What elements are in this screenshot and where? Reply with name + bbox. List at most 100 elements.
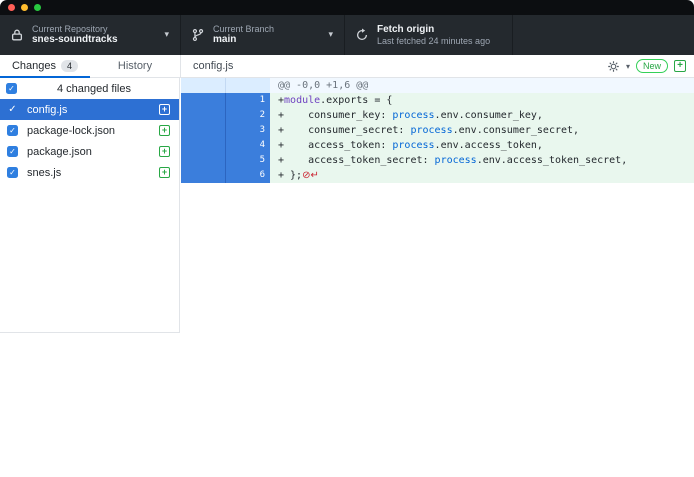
changes-count-badge: 4 [61, 60, 78, 72]
gutter-old-line[interactable] [181, 108, 225, 123]
diff-added-line[interactable]: 3+ consumer_secret: process.env.consumer… [181, 123, 694, 138]
plus-square-icon: + [159, 125, 170, 136]
diff-lines: 1+module.exports = {2+ consumer_key: pro… [181, 93, 694, 183]
chevron-down-icon: ▾ [328, 29, 333, 40]
header-row: Changes 4 History config.js ▾ New + [0, 55, 694, 78]
branch-name: main [213, 34, 274, 46]
code-segment-builtin: process [392, 140, 434, 151]
code-segment-error: ⊘↵ [302, 170, 319, 181]
git-branch-icon [191, 28, 205, 42]
gutter-old-line[interactable] [181, 168, 225, 183]
github-desktop-window: Current Repository snes-soundtracks ▾ Cu… [0, 0, 694, 477]
gutter-old-line[interactable] [181, 153, 225, 168]
diff-added-line[interactable]: 2+ consumer_key: process.env.consumer_ke… [181, 108, 694, 123]
window-titlebar [0, 0, 694, 15]
file-list: ✓ config.js + ✓ package-lock.json + ✓ package.j… [0, 99, 179, 183]
new-file-badge: New [636, 59, 668, 73]
fetch-label: Fetch origin [377, 24, 490, 36]
code-segment-builtin: process [435, 155, 477, 166]
code-line: +module.exports = { [270, 93, 694, 108]
lock-icon [10, 28, 24, 42]
current-branch-dropdown[interactable]: Current Branch main ▾ [181, 15, 345, 55]
code-segment-plain: + consumer_key: [278, 110, 392, 121]
chevron-down-icon[interactable]: ▾ [626, 62, 630, 71]
file-name: package-lock.json [27, 125, 150, 137]
file-checkbox[interactable]: ✓ [7, 167, 18, 178]
gear-icon[interactable] [607, 60, 620, 73]
diff-added-line[interactable]: 1+module.exports = { [181, 93, 694, 108]
current-repository-dropdown[interactable]: Current Repository snes-soundtracks ▾ [0, 15, 181, 55]
file-checkbox[interactable]: ✓ [7, 125, 18, 136]
changed-files-count: 4 changed files [17, 83, 171, 95]
tab-changes[interactable]: Changes 4 [0, 55, 90, 77]
code-segment-plain: .env.access_token_secret, [477, 155, 628, 166]
select-all-checkbox[interactable]: ✓ [6, 83, 17, 94]
diff-added-line[interactable]: 4+ access_token: process.env.access_toke… [181, 138, 694, 153]
diff-file-title: config.js [193, 60, 233, 72]
sync-icon [355, 28, 369, 42]
gutter-old-line[interactable] [181, 138, 225, 153]
file-row[interactable]: ✓ package.json + [0, 141, 179, 162]
file-checkbox[interactable]: ✓ [7, 146, 18, 157]
repository-name: snes-soundtracks [32, 34, 118, 46]
code-segment-plain: .env.consumer_secret, [453, 125, 579, 136]
plus-square-icon: + [159, 104, 170, 115]
fetch-origin-button[interactable]: Fetch origin Last fetched 24 minutes ago [345, 15, 513, 55]
diff-added-line[interactable]: 5+ access_token_secret: process.env.acce… [181, 153, 694, 168]
gutter-new-line-number[interactable]: 6 [225, 168, 270, 183]
changed-files-header: ✓ 4 changed files [0, 78, 179, 99]
code-segment-plain: + consumer_secret: [278, 125, 410, 136]
code-line: + access_token_secret: process.env.acces… [270, 153, 694, 168]
tab-history[interactable]: History [90, 55, 180, 77]
gutter-new-line-number[interactable]: 5 [225, 153, 270, 168]
diff-added-line[interactable]: 6+ };⊘↵ [181, 168, 694, 183]
file-name: config.js [27, 104, 150, 116]
gutter-new-line-number[interactable]: 2 [225, 108, 270, 123]
code-segment-plain: .env.consumer_key, [435, 110, 543, 121]
plus-square-icon: + [159, 167, 170, 178]
code-segment-plain: + }; [278, 170, 302, 181]
file-name: snes.js [27, 167, 150, 179]
branch-label: Current Branch [213, 24, 274, 34]
code-segment-builtin: process [410, 125, 452, 136]
hunk-gutter-new [225, 78, 270, 93]
diff-file-header: config.js ▾ New + [180, 55, 694, 77]
minimize-window-button[interactable] [21, 4, 28, 11]
repository-label: Current Repository [32, 24, 118, 34]
commit-form: Commit to main [0, 333, 180, 477]
code-line: + access_token: process.env.access_token… [270, 138, 694, 153]
gutter-old-line[interactable] [181, 93, 225, 108]
file-row[interactable]: ✓ snes.js + [0, 162, 179, 183]
code-segment-keyword: module [284, 95, 320, 106]
gutter-old-line[interactable] [181, 123, 225, 138]
fetch-sublabel: Last fetched 24 minutes ago [377, 36, 490, 46]
expand-diff-icon[interactable]: + [674, 60, 686, 72]
code-line: + consumer_secret: process.env.consumer_… [270, 123, 694, 138]
hunk-header-text: @@ -0,0 +1,6 @@ [270, 78, 694, 93]
code-segment-plain: + access_token_secret: [278, 155, 435, 166]
code-segment-plain: .exports = { [320, 95, 392, 106]
gutter-new-line-number[interactable]: 4 [225, 138, 270, 153]
code-segment-plain: + access_token: [278, 140, 392, 151]
sidebar-tabs: Changes 4 History [0, 55, 180, 77]
hunk-header-row[interactable]: @@ -0,0 +1,6 @@ [181, 78, 694, 93]
hunk-gutter-old [181, 78, 225, 93]
file-name: package.json [27, 146, 150, 158]
chevron-down-icon: ▾ [164, 29, 169, 40]
plus-square-icon: + [159, 146, 170, 157]
code-line: + };⊘↵ [270, 168, 694, 183]
tab-changes-label: Changes [12, 60, 56, 72]
gutter-new-line-number[interactable]: 1 [225, 93, 270, 108]
toolbar-spacer [513, 15, 694, 55]
code-segment-builtin: process [392, 110, 434, 121]
gutter-new-line-number[interactable]: 3 [225, 123, 270, 138]
file-checkbox[interactable]: ✓ [7, 104, 18, 115]
tab-history-label: History [118, 60, 152, 72]
toolbar: Current Repository snes-soundtracks ▾ Cu… [0, 15, 694, 55]
diff-viewer: @@ -0,0 +1,6 @@ 1+module.exports = {2+ c… [181, 78, 694, 183]
file-row[interactable]: ✓ package-lock.json + [0, 120, 179, 141]
zoom-window-button[interactable] [34, 4, 41, 11]
code-line: + consumer_key: process.env.consumer_key… [270, 108, 694, 123]
close-window-button[interactable] [8, 4, 15, 11]
file-row[interactable]: ✓ config.js + [0, 99, 179, 120]
